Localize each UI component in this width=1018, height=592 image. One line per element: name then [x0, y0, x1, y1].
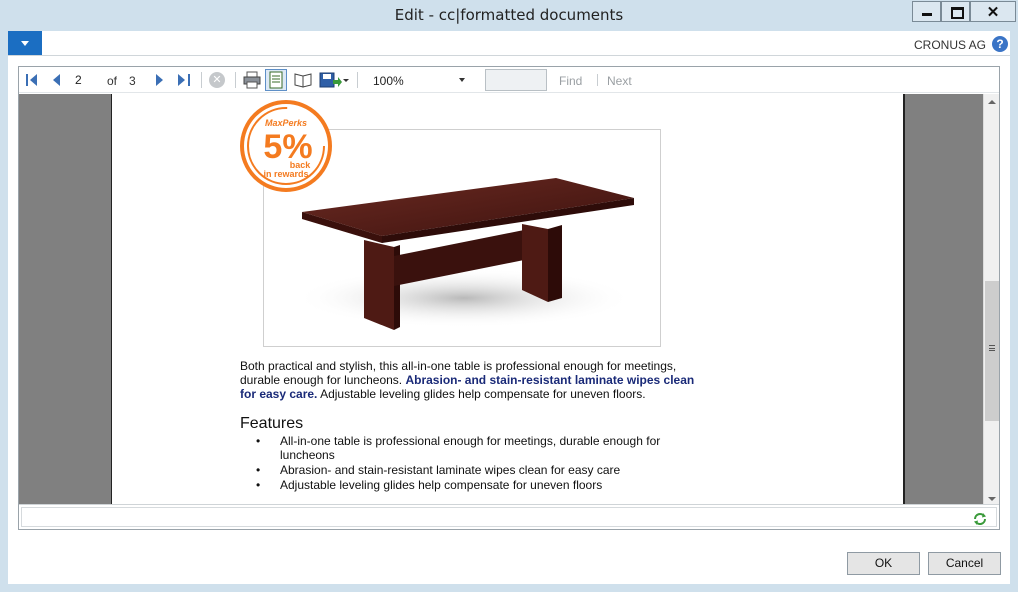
last-page-icon[interactable]: [177, 71, 191, 89]
status-field: [21, 507, 997, 527]
first-page-icon[interactable]: [25, 71, 39, 89]
minimize-button[interactable]: [912, 1, 941, 22]
viewer-status-bar: [19, 504, 999, 529]
find-next-link[interactable]: Next: [607, 74, 632, 92]
page-total: 3: [129, 74, 136, 88]
page-number-input[interactable]: [73, 70, 101, 90]
report-area[interactable]: MaxPerks 5% back in rewards Both practic…: [19, 94, 983, 504]
ok-button[interactable]: OK: [847, 552, 920, 575]
description-text-end: Adjustable leveling glides help compensa…: [317, 387, 646, 401]
print-layout-icon[interactable]: [265, 69, 287, 91]
close-button[interactable]: ✕: [970, 1, 1016, 22]
rewards-badge: MaxPerks 5% back in rewards: [238, 98, 334, 194]
badge-brand: MaxPerks: [265, 118, 307, 128]
report-page: MaxPerks 5% back in rewards Both practic…: [111, 94, 905, 504]
cancel-button[interactable]: Cancel: [928, 552, 1001, 575]
toolbar-separator: [597, 74, 598, 86]
of-label: of: [107, 74, 118, 88]
title-bar: Edit - cc|formatted documents ✕: [0, 0, 1018, 31]
toolbar-separator: [235, 72, 236, 88]
scroll-up-icon[interactable]: [984, 94, 1000, 110]
chevron-down-icon: [459, 78, 465, 82]
features-list: All-in-one table is professional enough …: [252, 434, 672, 493]
scrollbar-thumb[interactable]: [985, 281, 999, 421]
edit-window: CRONUS AG ? of 3 ✕: [8, 31, 1010, 584]
grip-icon: [989, 345, 995, 351]
export-icon[interactable]: [319, 71, 349, 89]
app-menu-button[interactable]: [8, 31, 42, 55]
page-setup-icon[interactable]: [293, 71, 313, 89]
zoom-value: 100%: [373, 74, 404, 88]
top-bar: CRONUS AG ?: [8, 31, 1010, 56]
toolbar-separator: [201, 72, 202, 88]
zoom-select[interactable]: 100%: [369, 70, 471, 90]
scroll-down-icon[interactable]: [984, 494, 1000, 504]
window-title: Edit - cc|formatted documents: [394, 6, 624, 24]
next-page-icon[interactable]: [153, 71, 167, 89]
close-icon: ✕: [986, 4, 1000, 21]
features-heading: Features: [240, 415, 304, 432]
badge-line2: in rewards: [263, 169, 308, 179]
report-toolbar: of 3 ✕ 100% Find: [19, 67, 999, 93]
help-icon[interactable]: ?: [992, 36, 1008, 52]
stop-icon[interactable]: ✕: [209, 72, 225, 88]
company-name[interactable]: CRONUS AG: [914, 38, 986, 52]
find-link[interactable]: Find: [559, 74, 582, 92]
find-input[interactable]: [485, 69, 547, 91]
refresh-icon[interactable]: [972, 511, 988, 527]
toolbar-separator: [357, 72, 358, 88]
vertical-scrollbar[interactable]: [983, 94, 999, 504]
prev-page-icon[interactable]: [49, 71, 63, 89]
list-item: Abrasion- and stain-resistant laminate w…: [252, 463, 672, 477]
list-item: Adjustable leveling glides help compensa…: [252, 478, 672, 492]
report-viewer: of 3 ✕ 100% Find: [18, 66, 1000, 530]
maximize-button[interactable]: [941, 1, 970, 22]
print-icon[interactable]: [243, 71, 261, 89]
product-description: Both practical and stylish, this all-in-…: [240, 359, 710, 401]
list-item: All-in-one table is professional enough …: [252, 434, 672, 462]
